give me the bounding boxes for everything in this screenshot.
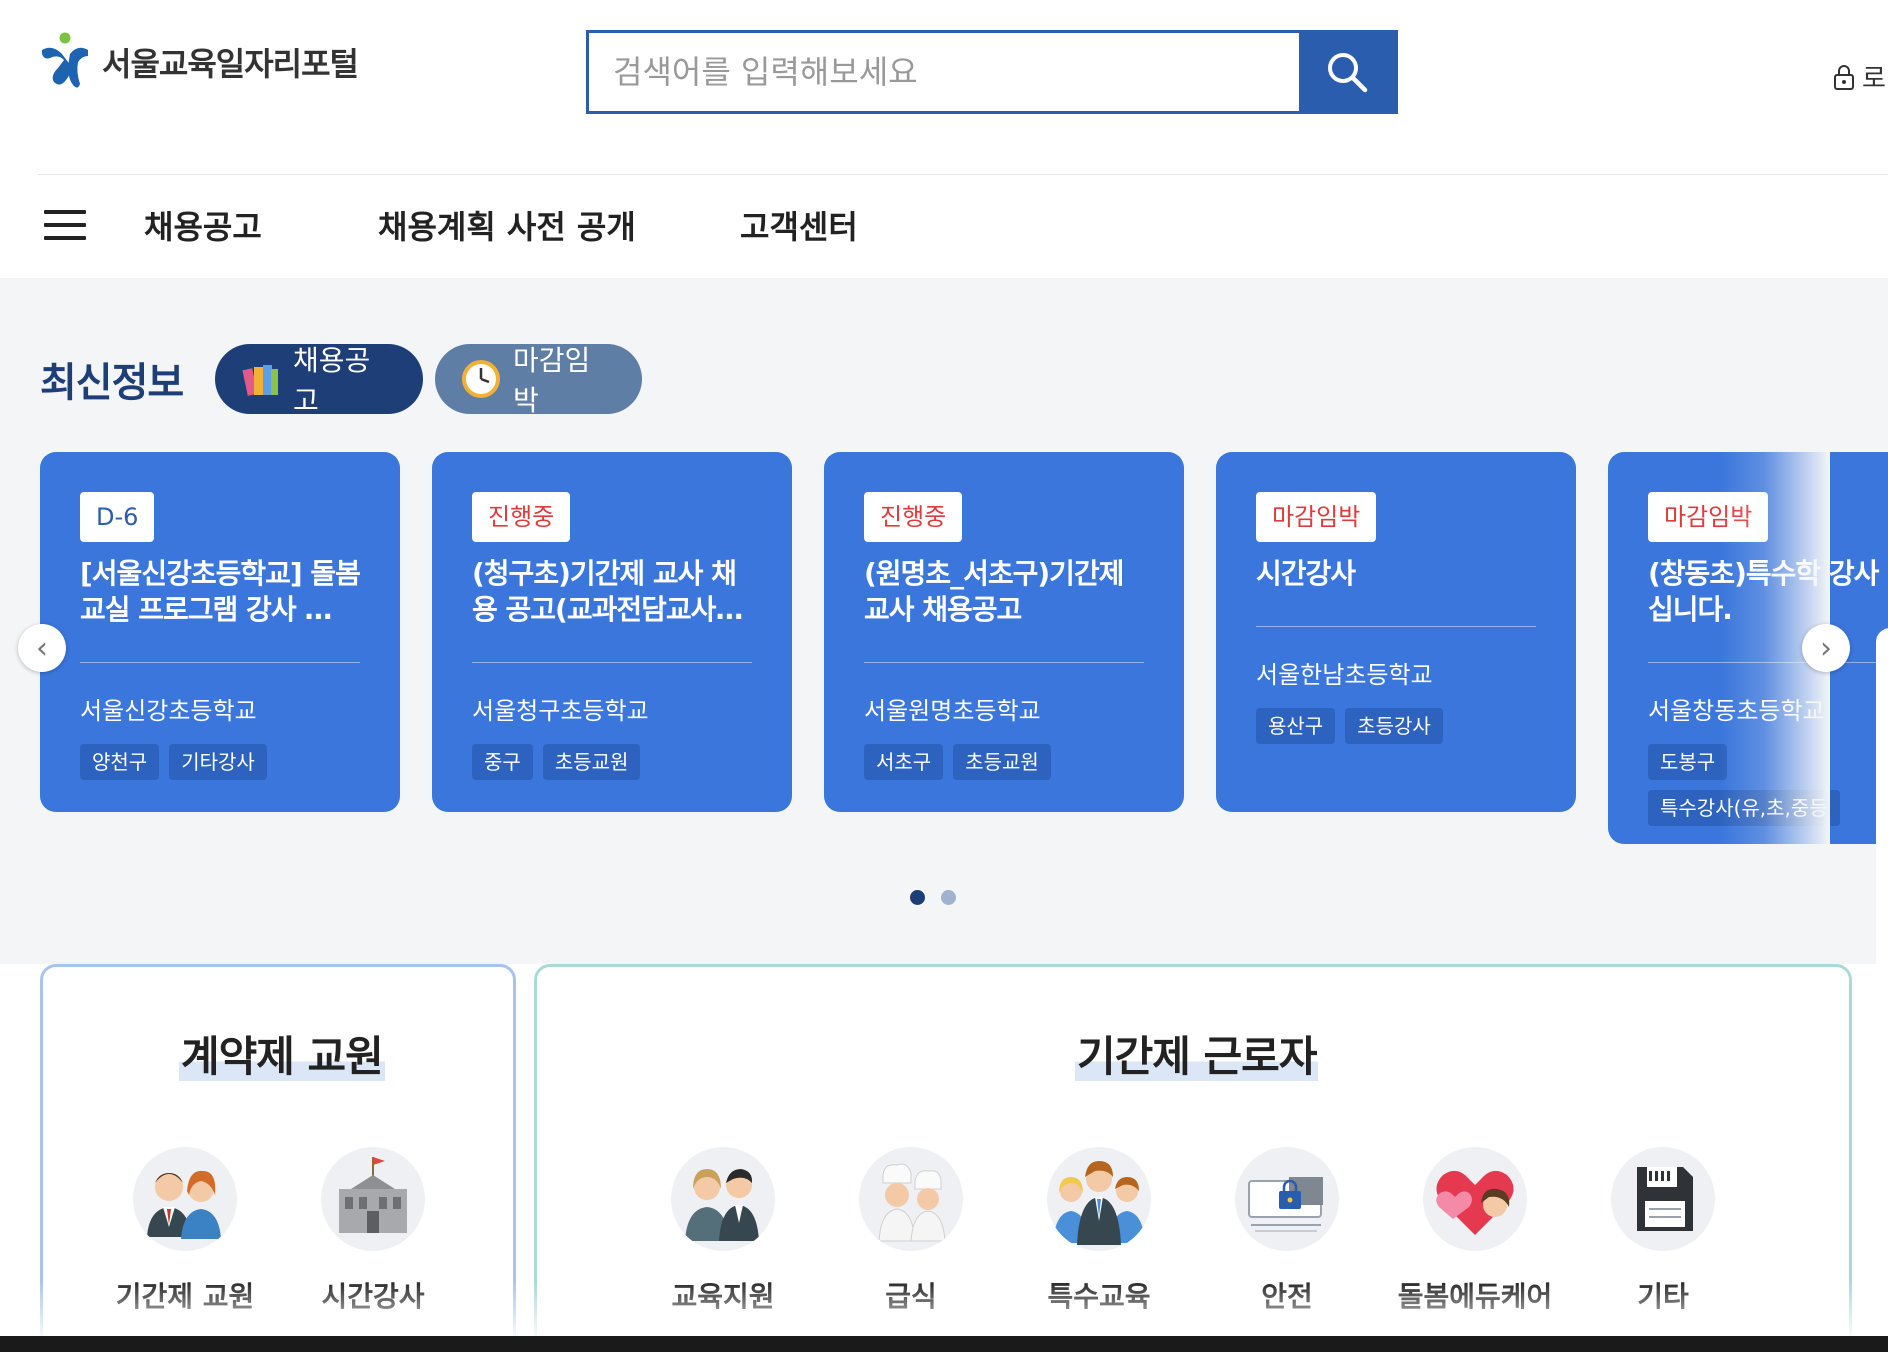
region-tag: 용산구 <box>1256 708 1336 744</box>
school-building-icon <box>321 1147 425 1251</box>
region-tag: 도봉구 <box>1648 744 1728 780</box>
card-divider <box>472 662 752 663</box>
category-etc[interactable]: 기타 <box>1583 1147 1743 1315</box>
job-title: [서울신강초등학교] 돌봄교실 프로그램 강사 … <box>80 557 360 626</box>
login-label: 로 <box>1862 64 1886 94</box>
job-card[interactable]: 마감임박 시간강사 서울한남초등학교 용산구 초등강사 <box>1216 452 1576 812</box>
card-divider <box>1648 662 1888 663</box>
category-label: 기타 <box>1637 1280 1689 1313</box>
school-name: 서울한남초등학교 <box>1256 661 1433 689</box>
category-label: 돌봄에듀케어 <box>1397 1280 1553 1313</box>
category-care-educare[interactable]: 돌봄에듀케어 <box>1395 1147 1555 1315</box>
card-divider <box>80 662 360 663</box>
menu-icon[interactable] <box>44 210 86 240</box>
category-label: 시간강사 <box>321 1280 425 1313</box>
region-tag: 서초구 <box>864 744 944 780</box>
category-label: 특수교육 <box>1047 1280 1151 1313</box>
main-nav: 채용공고 채용계획 사전 공개 고객센터 <box>0 176 1888 276</box>
logo-text: 서울교육일자리포털 <box>102 45 359 83</box>
books-icon <box>241 359 281 399</box>
search-icon <box>1328 53 1368 93</box>
security-monitor-icon <box>1235 1147 1339 1251</box>
status-badge: D-6 <box>80 492 155 542</box>
carousel-dot[interactable] <box>910 890 925 905</box>
category-special-education[interactable]: 특수교육 <box>1019 1147 1179 1315</box>
chevron-left-icon: ‹ <box>36 630 48 666</box>
job-title: (청구초)기간제 교사 채용 공고(교과전담교사… <box>472 557 743 626</box>
login-link[interactable]: 로 <box>1832 58 1886 95</box>
carousel-prev-button[interactable]: ‹ <box>18 624 66 672</box>
logo-icon <box>42 32 88 88</box>
category-label: 안전 <box>1261 1280 1313 1313</box>
job-card[interactable]: D-6 [서울신강초등학교] 돌봄교실 프로그램 강사 … 서울신강초등학교 양… <box>40 452 400 812</box>
category-label: 교육지원 <box>671 1280 775 1313</box>
category-tag: 초등교원 <box>542 744 641 780</box>
chefs-icon <box>859 1147 963 1251</box>
category-tag: 초등강사 <box>1345 708 1443 744</box>
search-bar <box>586 30 1398 114</box>
chevron-right-icon: › <box>1820 630 1832 666</box>
tab-jobs-label: 채용공고 <box>293 344 371 417</box>
tab-deadline[interactable]: 마감임박 <box>435 344 642 417</box>
category-tag: 기타강사 <box>169 744 267 780</box>
fixed-term-worker-box: 기간제 근로자 교육지원 급식 특수교육 안전 돌봄에듀케어 기타 <box>534 964 1852 1352</box>
heart-care-icon <box>1423 1147 1527 1251</box>
search-input[interactable] <box>589 33 1299 111</box>
fixed-term-worker-title: 기간제 근로자 <box>1075 1032 1319 1081</box>
category-education-support[interactable]: 교육지원 <box>643 1147 803 1315</box>
site-logo[interactable]: 서울교육일자리포털 <box>38 32 359 92</box>
region-tag: 양천구 <box>80 744 160 780</box>
job-title: (창동초)특수학 강사 모십니다. <box>1648 557 1888 626</box>
page: 서울교육일자리포털 로 채용공고 채용계획 사전 공개 고객센터 최신정보 <box>0 0 1888 1352</box>
group-icon <box>1047 1147 1151 1251</box>
category-safety[interactable]: 안전 <box>1207 1147 1367 1315</box>
carousel-next-button[interactable]: › <box>1802 624 1850 672</box>
tab-jobs[interactable]: 채용공고 <box>215 344 423 417</box>
latest-title: 최신정보 <box>40 360 184 406</box>
nav-item-jobs[interactable]: 채용공고 <box>144 202 262 248</box>
status-badge: 마감임박 <box>1256 492 1377 542</box>
school-name: 서울신강초등학교 <box>80 697 257 725</box>
floppy-disk-icon <box>1611 1147 1715 1251</box>
header-divider <box>38 174 1888 175</box>
nav-item-hiring-plan[interactable]: 채용계획 사전 공개 <box>378 202 636 248</box>
staff-icon <box>671 1147 775 1251</box>
side-panel-edge <box>1876 628 1888 1242</box>
teachers-icon <box>133 1147 237 1251</box>
category-label: 기간제 교원 <box>115 1280 255 1313</box>
region-tag: 중구 <box>472 744 533 780</box>
window-bottom-edge <box>0 1336 1888 1352</box>
clock-icon <box>461 359 501 399</box>
lock-icon <box>1834 64 1854 90</box>
carousel-dot[interactable] <box>941 890 956 905</box>
card-divider <box>864 662 1144 663</box>
category-fixed-term-teacher[interactable]: 기간제 교원 <box>105 1147 265 1315</box>
category-tag: 특수강사(유,초,중등 <box>1648 790 1840 826</box>
category-meal-service[interactable]: 급식 <box>831 1147 991 1315</box>
job-title: 시간강사 <box>1256 557 1356 590</box>
category-label: 급식 <box>885 1280 937 1313</box>
status-badge: 진행중 <box>864 492 963 542</box>
school-name: 서울원명초등학교 <box>864 697 1041 725</box>
school-name: 서울창동초등학교 <box>1648 697 1825 725</box>
status-badge: 마감임박 <box>1648 492 1769 542</box>
tab-deadline-label: 마감임박 <box>513 344 591 417</box>
job-card[interactable]: 진행중 (원명초_서초구)기간제 교사 채용공고 서울원명초등학교 서초구 초등… <box>824 452 1184 812</box>
job-card[interactable]: 진행중 (청구초)기간제 교사 채용 공고(교과전담교사… 서울청구초등학교 중… <box>432 452 792 812</box>
contract-teacher-title: 계약제 교원 <box>179 1032 385 1081</box>
card-divider <box>1256 626 1536 627</box>
status-badge: 진행중 <box>472 492 571 542</box>
nav-item-customer-center[interactable]: 고객센터 <box>740 202 858 248</box>
category-hourly-instructor[interactable]: 시간강사 <box>293 1147 453 1315</box>
category-tag: 초등교원 <box>953 744 1051 780</box>
job-title: (원명초_서초구)기간제 교사 채용공고 <box>864 557 1124 626</box>
search-button[interactable] <box>1299 33 1395 111</box>
carousel-pagination <box>910 890 956 905</box>
latest-section: 최신정보 채용공고 마감임박 D-6 [서울신강초등학교] 돌봄교실 프로그램 … <box>0 278 1888 1242</box>
school-name: 서울청구초등학교 <box>472 697 649 725</box>
contract-teacher-box: 계약제 교원 기간제 교원 시간강사 <box>40 964 516 1352</box>
